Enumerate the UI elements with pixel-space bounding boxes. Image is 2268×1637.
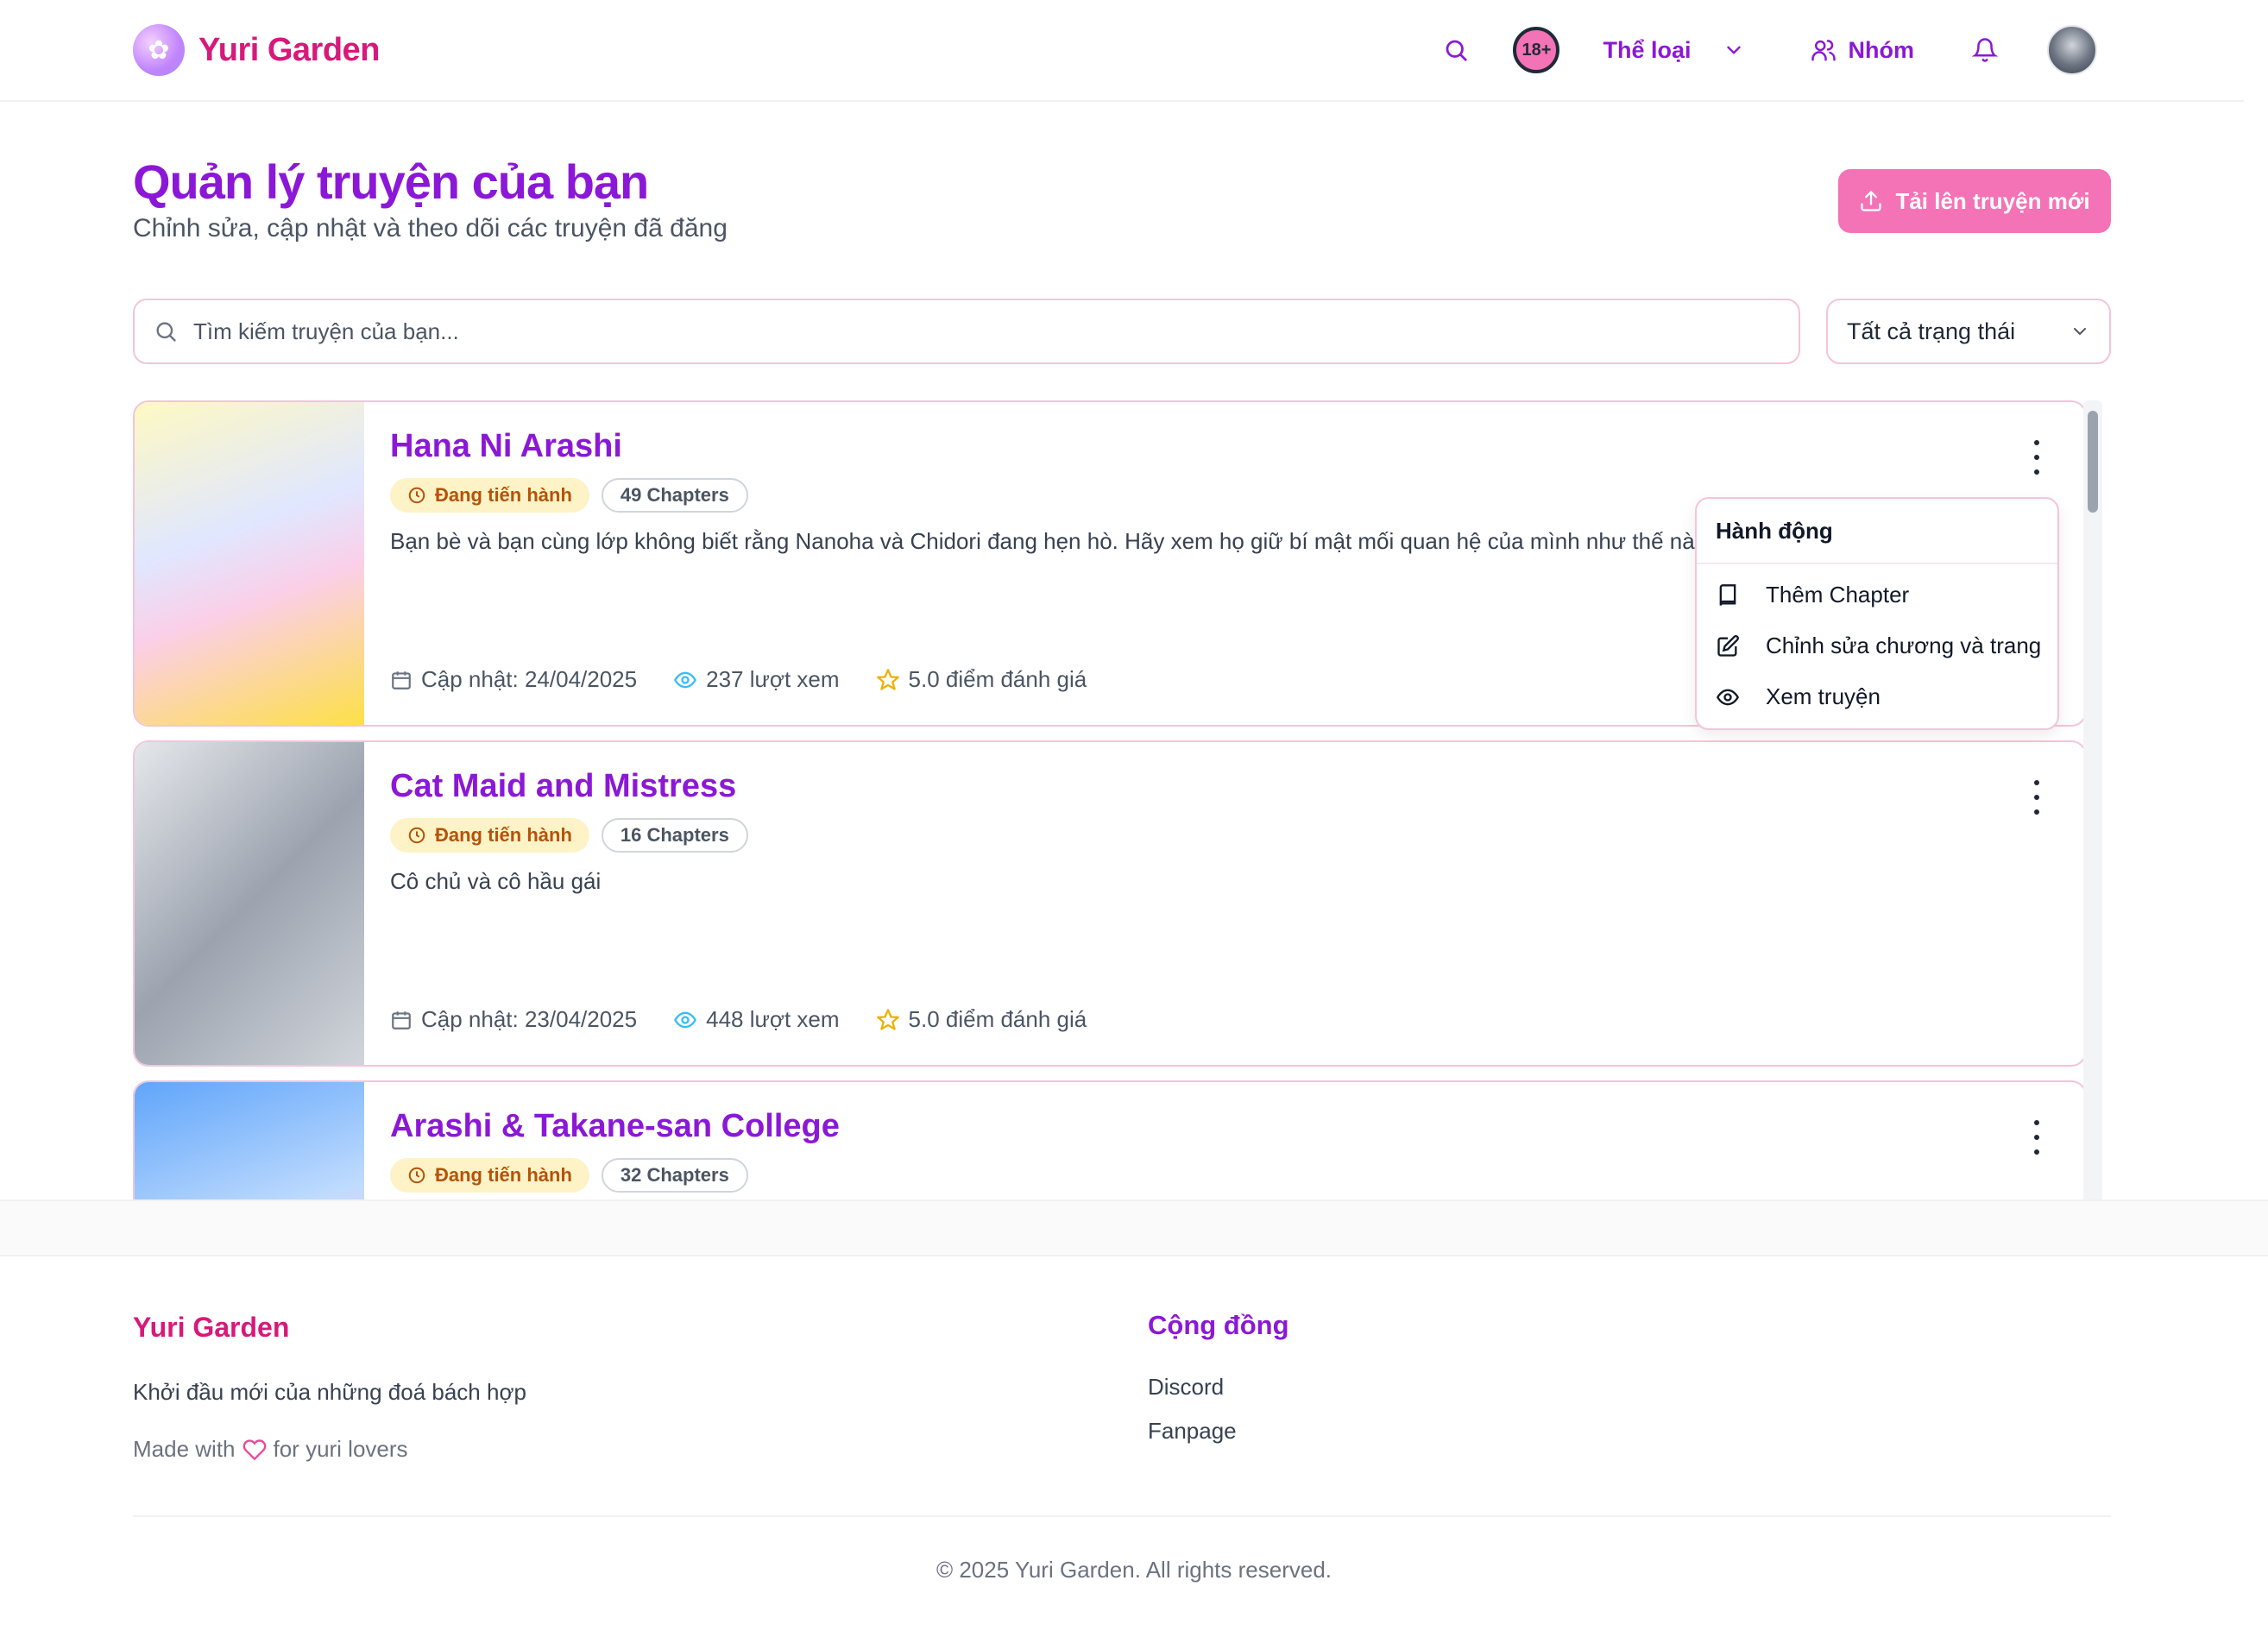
bell-icon[interactable]: [1961, 26, 2009, 74]
page-title: Quản lý truyện của bạn: [133, 154, 649, 209]
story-cover-image[interactable]: [135, 742, 364, 1065]
upload-label: Tải lên truyện mới: [1895, 187, 2090, 214]
updated-label: Cập nhật: 24/04/2025: [421, 666, 638, 692]
action-menu-title: Hành động: [1716, 518, 1833, 544]
search-icon[interactable]: [1432, 26, 1480, 74]
action-menu: Hành động Thêm Chapter Chỉnh sửa chương …: [1695, 497, 2059, 730]
status-badge: Đang tiến hành: [390, 1158, 589, 1193]
updated-date: Cập nhật: 23/04/2025: [390, 1006, 637, 1033]
scrollbar-thumb[interactable]: [2088, 411, 2098, 513]
status-filter-select[interactable]: Tất cả trạng thái: [1826, 299, 2111, 364]
divider: [1697, 563, 2057, 564]
rating: 5.0 điểm đánh giá: [876, 666, 1087, 693]
book-icon: [1719, 583, 1736, 606]
rating-label: 5.0 điểm đánh giá: [908, 1006, 1087, 1032]
footer-link-discord[interactable]: Discord: [1148, 1374, 1224, 1401]
search-icon: [156, 322, 176, 342]
clock-icon: [408, 487, 425, 504]
edit-icon: [1717, 634, 1739, 657]
story-description: Cô chủ và cô hầu gái: [390, 868, 602, 894]
genre-dropdown[interactable]: Thể loại: [1603, 37, 1748, 64]
menu-item-view-story[interactable]: Xem truyện: [1716, 683, 1881, 710]
menu-item-add-chapter[interactable]: Thêm Chapter: [1716, 582, 1909, 608]
story-title[interactable]: Hana Ni Arashi: [390, 428, 622, 465]
rating-label: 5.0 điểm đánh giá: [908, 666, 1087, 692]
clock-icon: [408, 827, 425, 844]
brand-logo-icon: ✿: [133, 24, 185, 76]
view-count: 448 lượt xem: [673, 1006, 840, 1033]
upload-icon: [1861, 190, 1882, 211]
chevron-down-icon: [2074, 328, 2086, 336]
updated-label: Cập nhật: 23/04/2025: [421, 1006, 638, 1032]
upload-new-story-button[interactable]: Tải lên truyện mới: [1838, 169, 2111, 233]
group-link[interactable]: Nhóm: [1811, 36, 1915, 64]
brand-name: Yuri Garden: [198, 31, 380, 68]
chevron-down-icon: [1726, 46, 1741, 54]
chapter-count-badge: 49 Chapters: [601, 478, 748, 513]
story-list-scrollbar[interactable]: [2083, 400, 2102, 1203]
clock-icon: [408, 1167, 425, 1184]
top-navbar: ✿ Yuri Garden 18+ Thể loại Nhóm: [0, 0, 2244, 102]
status-label: Đang tiến hành: [435, 824, 572, 846]
story-title[interactable]: Cat Maid and Mistress: [390, 768, 736, 805]
view-count: 237 lượt xem: [673, 666, 840, 693]
brand-link[interactable]: ✿ Yuri Garden: [133, 24, 380, 76]
updated-date: Cập nhật: 24/04/2025: [390, 666, 637, 693]
status-badge: Đang tiến hành: [390, 818, 589, 853]
heart-icon: [243, 1439, 266, 1460]
menu-item-edit-chapters[interactable]: Chỉnh sửa chương và trang: [1716, 633, 2041, 659]
footer-divider: [133, 1515, 2111, 1517]
more-actions-icon[interactable]: [2028, 440, 2045, 475]
menu-item-label: Xem truyện: [1766, 683, 1881, 709]
eye-icon: [1717, 689, 1739, 705]
story-cover-image[interactable]: [135, 402, 364, 725]
eye-icon: [674, 1011, 697, 1028]
more-actions-icon[interactable]: [2028, 780, 2045, 815]
story-cover-image[interactable]: [135, 1082, 364, 1203]
status-label: Đang tiến hành: [435, 1164, 572, 1186]
section-divider: [0, 1199, 2268, 1256]
story-title[interactable]: Arashi & Takane-san College: [390, 1108, 840, 1145]
views-label: 237 lượt xem: [706, 666, 840, 692]
views-label: 448 lượt xem: [706, 1006, 840, 1032]
nav-actions: 18+ Thể loại Nhóm: [1432, 24, 2097, 76]
status-label: Đang tiến hành: [435, 484, 572, 506]
community-heading: Cộng đồng: [1148, 1310, 1289, 1340]
copyright-text: © 2025 Yuri Garden. All rights reserved.: [936, 1557, 1332, 1583]
user-avatar[interactable]: [2047, 25, 2097, 75]
search-input[interactable]: [193, 318, 1660, 345]
calendar-icon: [392, 1011, 411, 1029]
made-suffix: for yuri lovers: [273, 1436, 408, 1462]
footer-tagline: Khởi đầu mới của những đoá bách hợp: [133, 1379, 526, 1405]
status-badge: Đang tiến hành: [390, 478, 589, 513]
footer-link-fanpage[interactable]: Fanpage: [1148, 1418, 1237, 1445]
story-description: Bạn bè và bạn cùng lớp không biết rằng N…: [390, 528, 1695, 554]
adult-content-toggle[interactable]: 18+: [1513, 27, 1560, 73]
menu-item-label: Chỉnh sửa chương và trang: [1766, 633, 2042, 658]
group-label: Nhóm: [1848, 36, 1915, 63]
page-subtitle: Chỉnh sửa, cập nhật và theo dõi các truy…: [133, 214, 728, 242]
more-actions-icon[interactable]: [2028, 1120, 2045, 1155]
chapter-count-badge: 16 Chapters: [601, 818, 748, 853]
eye-icon: [674, 671, 697, 688]
footer-made-with: Made with for yuri lovers: [133, 1436, 408, 1463]
star-icon: [876, 668, 899, 690]
users-icon: [1811, 40, 1836, 61]
story-card: Arashi & Takane-san College Đang tiến hà…: [133, 1080, 2087, 1203]
star-icon: [876, 1008, 899, 1030]
rating: 5.0 điểm đánh giá: [876, 1006, 1087, 1033]
genre-label: Thể loại: [1603, 36, 1692, 63]
status-filter-value: Tất cả trạng thái: [1847, 318, 2016, 344]
menu-item-label: Thêm Chapter: [1766, 582, 1910, 608]
footer-brand: Yuri Garden: [133, 1312, 290, 1343]
made-prefix: Made with: [133, 1436, 236, 1462]
search-box: [133, 299, 1800, 364]
calendar-icon: [392, 671, 411, 689]
story-card: Cat Maid and Mistress Đang tiến hành 16 …: [133, 740, 2087, 1067]
chapter-count-badge: 32 Chapters: [601, 1158, 748, 1193]
